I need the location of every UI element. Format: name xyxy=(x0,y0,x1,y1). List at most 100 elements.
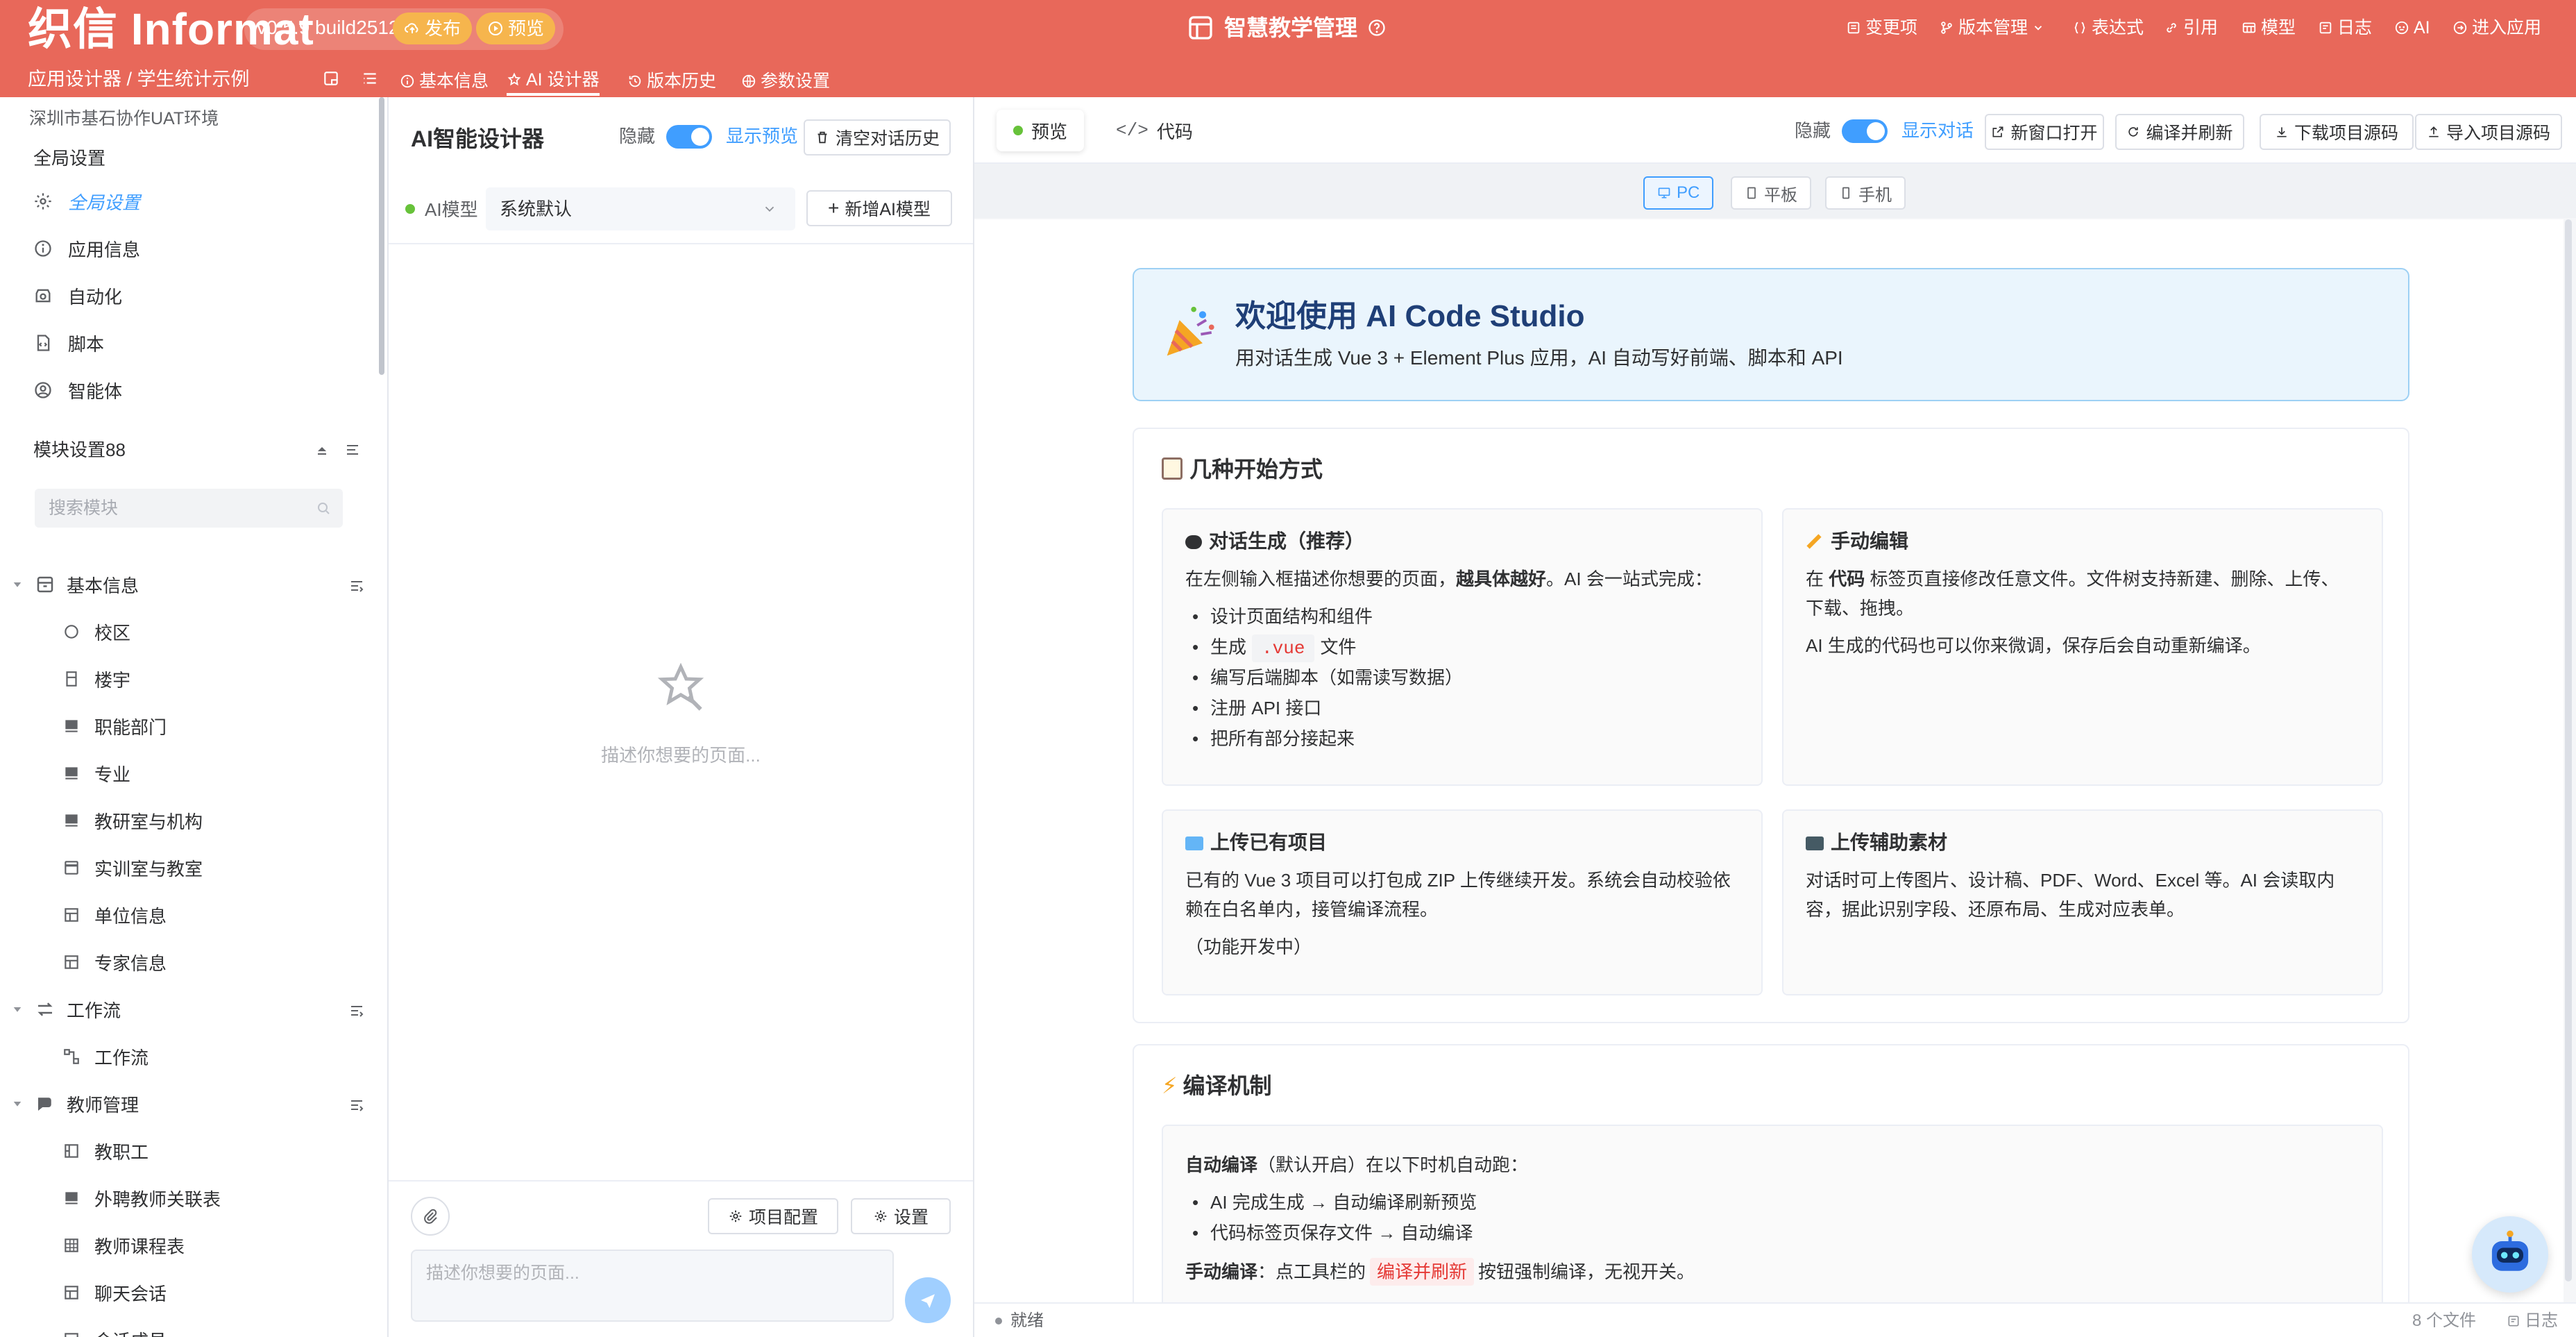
device-pc-button[interactable]: PC xyxy=(1643,176,1714,210)
tree-item-department[interactable]: 职能部门 xyxy=(62,707,167,746)
tree-item-unit-info[interactable]: 单位信息 xyxy=(62,895,167,934)
inline-code: .vue xyxy=(1252,634,1315,662)
tree-item-major[interactable]: 专业 xyxy=(62,754,130,793)
sidebar-item-script[interactable]: 脚本 xyxy=(33,323,104,362)
tree-item-label: 实训室与教室 xyxy=(94,858,203,880)
project-config-button[interactable]: 项目配置 xyxy=(708,1198,838,1234)
code-icon: </> xyxy=(1116,120,1149,141)
form-icon xyxy=(65,1192,78,1204)
sidebar-item-global-settings[interactable]: 全局设置 xyxy=(33,182,140,221)
empty-state-hint: 描述你想要的页面... xyxy=(601,745,761,766)
pencil-icon xyxy=(1806,534,1822,549)
send-icon xyxy=(921,1294,935,1309)
menu-enter-app[interactable]: 进入应用 xyxy=(2452,15,2541,40)
tree-item-session-member[interactable]: 会话成员 xyxy=(62,1320,167,1337)
device-mobile-button[interactable]: 手机 xyxy=(1825,176,1906,210)
model-select-value: 系统默认 xyxy=(500,199,573,219)
tree-item-label: 单位信息 xyxy=(94,905,167,927)
auto-compile-bold: 自动编译 xyxy=(1185,1154,1258,1175)
list-item-vue: 生成.vue文件 xyxy=(1192,633,1356,662)
download-icon xyxy=(2277,127,2287,137)
tree-item-staff[interactable]: 教职工 xyxy=(62,1132,149,1170)
ai-assistant-button[interactable] xyxy=(2472,1216,2548,1293)
preview-scrollbar[interactable] xyxy=(2565,219,2572,1281)
tree-item-chat-session[interactable]: 聊天会话 xyxy=(62,1273,167,1312)
tree-item-teacher-schedule[interactable]: 教师课程表 xyxy=(62,1226,185,1265)
upload-icon xyxy=(2429,126,2439,137)
outline-icon[interactable] xyxy=(361,69,379,87)
menu-version[interactable]: 版本管理 xyxy=(1939,15,2044,40)
circle-icon xyxy=(65,625,78,639)
tree-group-teacher-mgmt[interactable]: 教师管理 xyxy=(11,1084,372,1123)
add-ai-model-button[interactable]: + 新增AI模型 xyxy=(806,190,952,226)
log-button[interactable]: 日志 xyxy=(2507,1311,2558,1331)
list-item: 编写后端脚本（如需读写数据） xyxy=(1192,664,1463,691)
robot-icon xyxy=(2491,1230,2529,1271)
menu-changes[interactable]: 变更项 xyxy=(1846,15,1917,40)
chat-input[interactable]: 描述你想要的页面... xyxy=(411,1250,894,1322)
chat-generation-intro: 在左侧输入框描述你想要的页面，越具体越好。AI 会一站式完成： xyxy=(1185,565,1713,593)
tree-group-workflow[interactable]: 工作流 xyxy=(11,990,372,1029)
upload-assets-title: 上传辅助素材 xyxy=(1806,829,1947,857)
menu-model[interactable]: 模型 xyxy=(2242,15,2296,40)
collapse-all-icon[interactable] xyxy=(314,442,330,458)
sidebar-scrollbar[interactable] xyxy=(379,97,384,375)
group-menu-icon[interactable] xyxy=(348,578,365,594)
camera-icon xyxy=(1806,836,1824,850)
clear-history-button[interactable]: 清空对话历史 xyxy=(804,119,951,155)
module-search-input[interactable]: 搜索模块 xyxy=(35,489,343,528)
sidebar-item-label: 应用信息 xyxy=(68,239,141,260)
help-icon[interactable] xyxy=(1367,18,1387,37)
tree-item-external-teacher[interactable]: 外聘教师关联表 xyxy=(62,1179,221,1218)
preview-button[interactable]: 预览 xyxy=(476,12,556,44)
tab-preview[interactable]: 预览 xyxy=(997,110,1085,151)
window-icon xyxy=(65,861,78,875)
import-source-button[interactable]: 导入项目源码 xyxy=(2415,114,2562,150)
chevron-down-icon xyxy=(765,206,774,212)
tree-item-training-room[interactable]: 实训室与教室 xyxy=(62,848,203,887)
tab-version-history[interactable]: 版本历史 xyxy=(627,67,716,96)
menu-reference[interactable]: 引用 xyxy=(2164,15,2218,40)
download-source-button[interactable]: 下载项目源码 xyxy=(2260,114,2414,150)
sidebar-item-app-info[interactable]: 应用信息 xyxy=(33,229,140,268)
manual-compile-text-end: 按钮强制编译，无视开关。 xyxy=(1478,1261,1695,1282)
tree-item-building[interactable]: 楼宇 xyxy=(62,659,130,698)
model-select[interactable]: 系统默认 xyxy=(486,187,795,230)
tab-param-settings[interactable]: 参数设置 xyxy=(741,67,830,96)
sidebar-item-automation[interactable]: 自动化 xyxy=(33,276,122,315)
menu-expression[interactable]: 表达式 xyxy=(2072,15,2144,40)
settings-button[interactable]: 设置 xyxy=(851,1198,951,1234)
show-chat-toggle[interactable] xyxy=(1842,119,1888,143)
send-button[interactable] xyxy=(905,1277,951,1323)
sidebar-item-agent[interactable]: 智能体 xyxy=(33,371,122,410)
tree-item-campus[interactable]: 校区 xyxy=(62,612,130,651)
chat-generation-card: 对话生成（推荐） 在左侧输入框描述你想要的页面，越具体越好。AI 会一站式完成：… xyxy=(1162,508,1763,786)
tree-item-workflow[interactable]: 工作流 xyxy=(62,1037,149,1076)
tab-code[interactable]: </> 代码 xyxy=(1099,110,1210,151)
tab-ai-designer[interactable]: AI 设计器 xyxy=(507,67,600,96)
note-icon[interactable] xyxy=(322,69,340,87)
compile-refresh-button[interactable]: 编译并刷新 xyxy=(2115,114,2244,150)
tree-item-expert-info[interactable]: 专家信息 xyxy=(62,943,167,982)
tree-group-basic-info[interactable]: 基本信息 xyxy=(11,565,372,604)
menu-lines-icon[interactable] xyxy=(344,442,361,458)
show-preview-toggle[interactable] xyxy=(666,125,712,149)
menu-ai[interactable]: AI xyxy=(2394,15,2430,40)
publish-button[interactable]: 发布 xyxy=(393,12,473,44)
group-menu-icon[interactable] xyxy=(348,1097,365,1113)
lightning-icon: ⚡ xyxy=(1162,1073,1178,1098)
open-new-window-button[interactable]: 新窗口打开 xyxy=(1985,114,2104,150)
menu-log[interactable]: 日志 xyxy=(2318,15,2372,40)
list-item: AI 完成生成 → 自动编译刷新预览 xyxy=(1192,1188,1477,1216)
tree-item-teaching-office[interactable]: 教研室与机构 xyxy=(62,801,203,840)
show-chat-label: 显示对话 xyxy=(1901,120,1974,141)
attach-button[interactable] xyxy=(411,1197,450,1236)
device-tablet-button[interactable]: 平板 xyxy=(1731,176,1811,210)
tab-basic-info[interactable]: 基本信息 xyxy=(400,67,489,96)
welcome-title: 欢迎使用 AI Code Studio xyxy=(1235,299,1585,333)
upload-assets-line2: 容，据此识别字段、还原布局、生成对应表单。 xyxy=(1806,899,2185,920)
group-menu-icon[interactable] xyxy=(348,1002,365,1019)
menu-expression-label: 表达式 xyxy=(2092,18,2144,37)
log-icon xyxy=(2319,22,2332,34)
upload-project-card: 上传已有项目 已有的 Vue 3 项目可以打包成 ZIP 上传继续开发。系统会自… xyxy=(1162,809,1763,995)
